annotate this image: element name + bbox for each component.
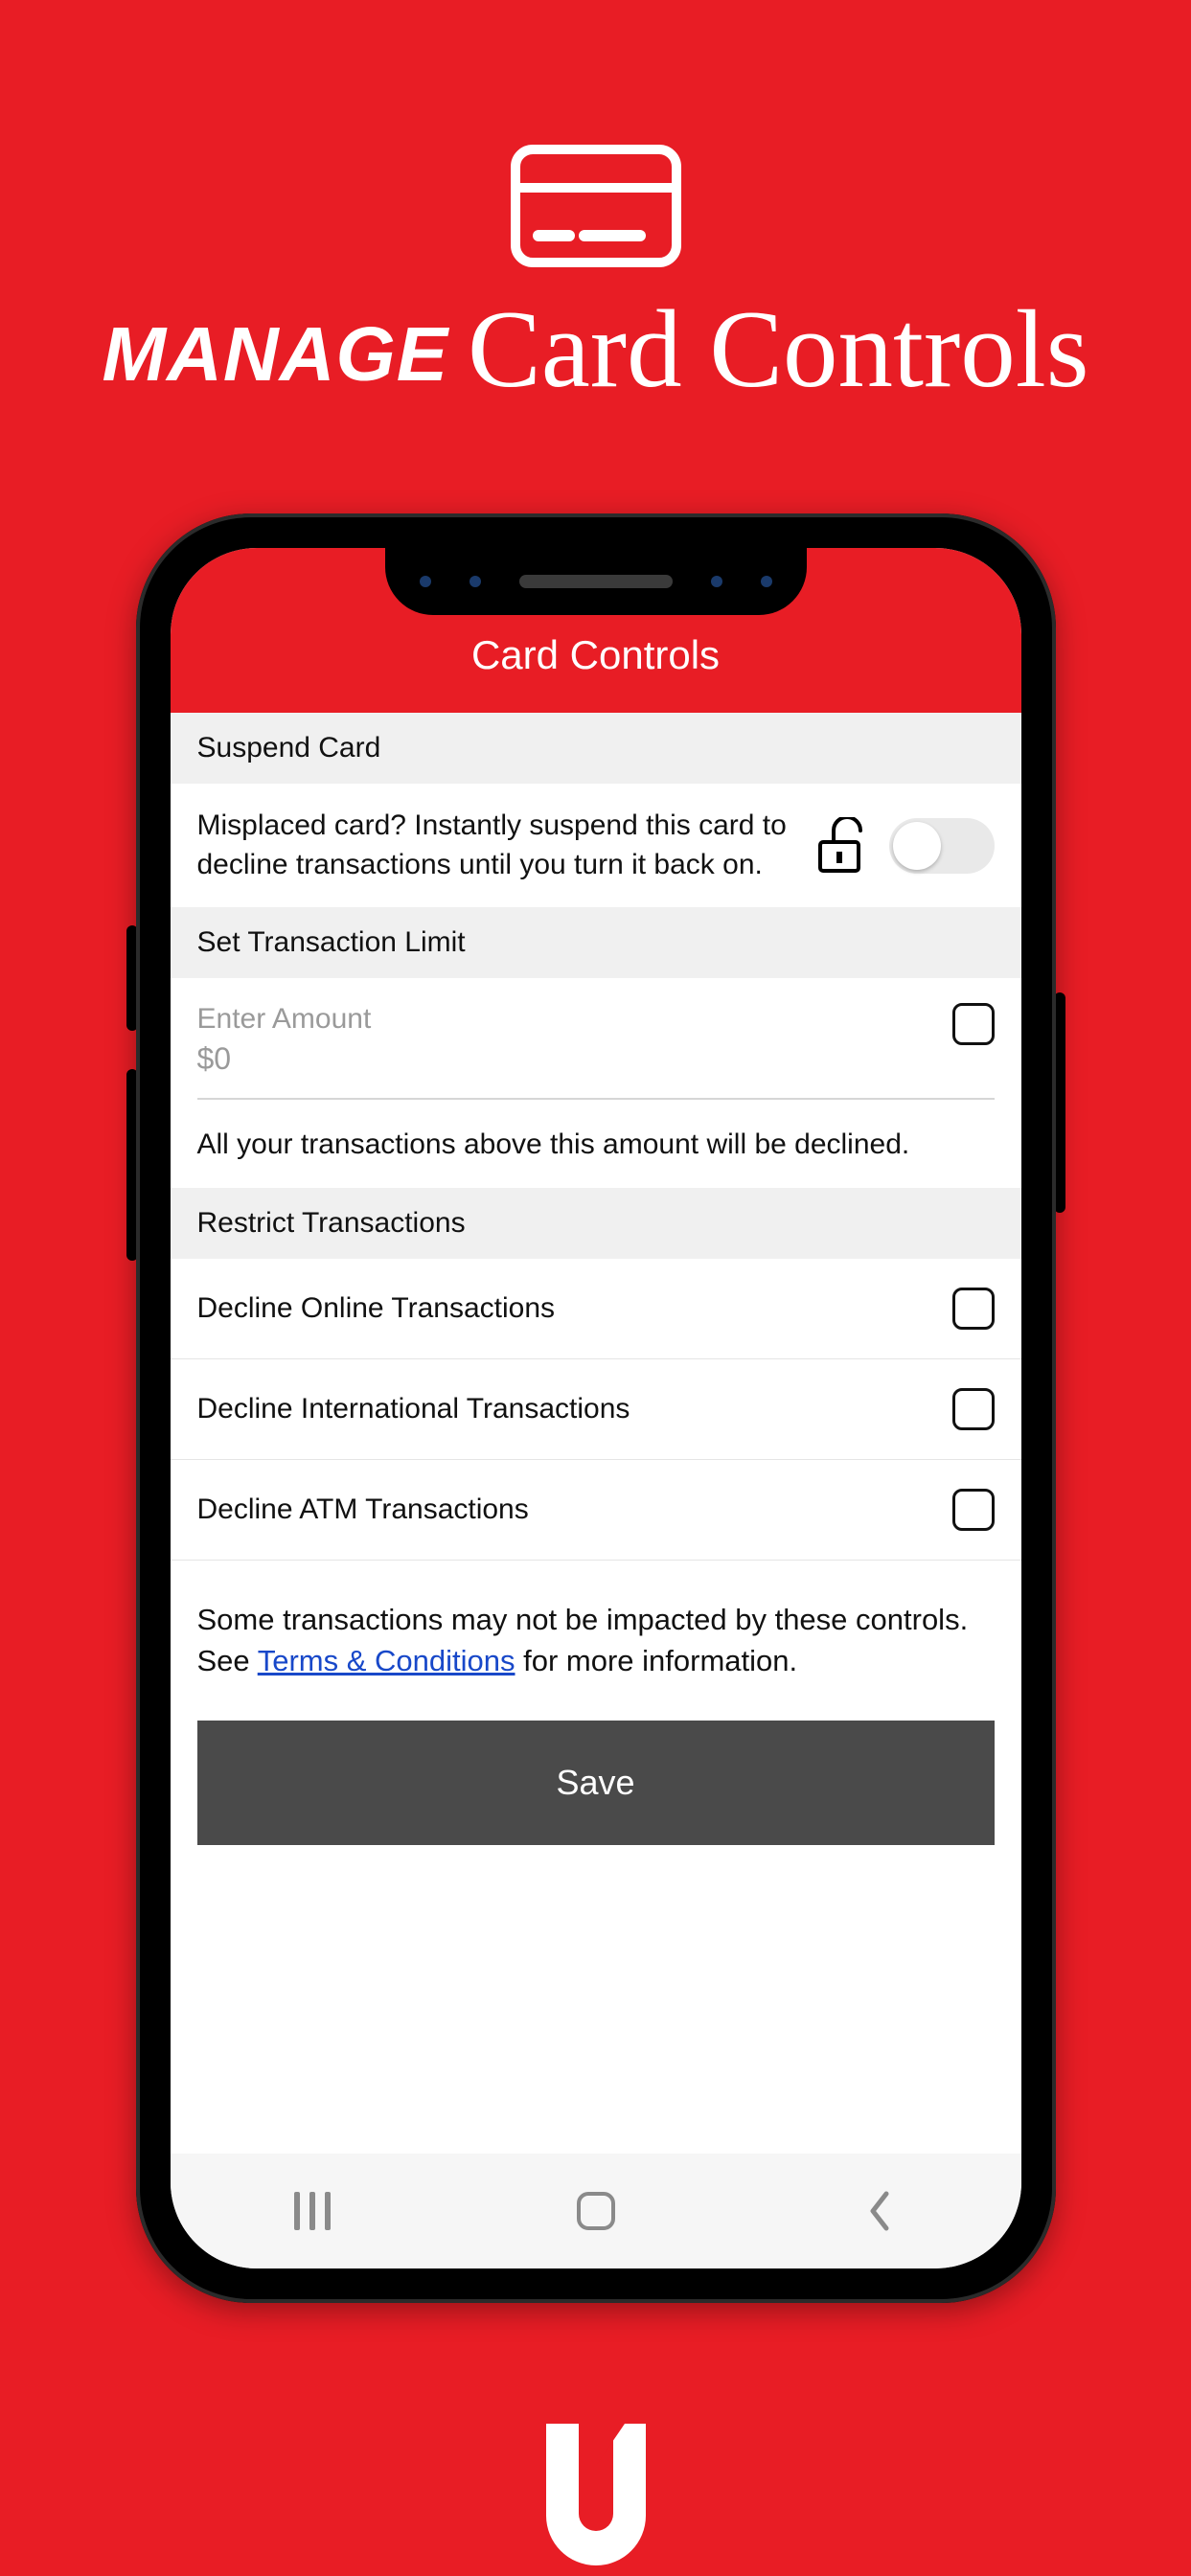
disclosure-post: for more information. [515, 1644, 798, 1677]
restrict-label: Decline International Transactions [197, 1390, 931, 1429]
limit-help-text: All your transactions above this amount … [171, 1100, 1021, 1188]
terms-link[interactable]: Terms & Conditions [258, 1644, 515, 1677]
suspend-description: Misplaced card? Instantly suspend this c… [197, 807, 795, 884]
android-nav-bar [171, 2154, 1021, 2268]
section-header-limit: Set Transaction Limit [171, 907, 1021, 978]
phone-notch [385, 548, 807, 615]
limit-checkbox[interactable] [952, 1003, 995, 1045]
section-header-restrict: Restrict Transactions [171, 1188, 1021, 1259]
home-button[interactable] [573, 2188, 619, 2234]
hero-title: MANAGE Card Controls [103, 297, 1089, 399]
restrict-row-atm[interactable]: Decline ATM Transactions [171, 1460, 1021, 1561]
restrict-checkbox-atm[interactable] [952, 1489, 995, 1531]
restrict-row-international[interactable]: Decline International Transactions [171, 1359, 1021, 1460]
phone-mockup: Card Controls Suspend Card Misplaced car… [136, 513, 1056, 2303]
save-button[interactable]: Save [197, 1721, 995, 1845]
restrict-list: Decline Online Transactions Decline Inte… [171, 1259, 1021, 1561]
restrict-checkbox-online[interactable] [952, 1288, 995, 1330]
hero-word-manage: MANAGE [103, 310, 449, 399]
amount-label: Enter Amount [197, 1003, 933, 1036]
recents-button[interactable] [289, 2188, 335, 2234]
screen-title: Card Controls [171, 598, 1021, 713]
amount-input[interactable] [197, 1041, 933, 1077]
hero-banner: MANAGE Card Controls [103, 144, 1089, 399]
card-icon [510, 144, 682, 268]
unlock-icon [816, 817, 868, 875]
disclosure-text: Some transactions may not be impacted by… [171, 1561, 1021, 1682]
restrict-label: Decline ATM Transactions [197, 1491, 931, 1530]
hero-word-card-controls: Card Controls [468, 303, 1088, 397]
back-button[interactable] [857, 2188, 903, 2234]
restrict-row-online[interactable]: Decline Online Transactions [171, 1259, 1021, 1359]
suspend-toggle[interactable] [889, 818, 995, 874]
brand-logo [529, 2418, 663, 2576]
section-header-suspend: Suspend Card [171, 713, 1021, 784]
restrict-checkbox-international[interactable] [952, 1388, 995, 1430]
suspend-row: Misplaced card? Instantly suspend this c… [171, 784, 1021, 907]
restrict-label: Decline Online Transactions [197, 1289, 931, 1329]
